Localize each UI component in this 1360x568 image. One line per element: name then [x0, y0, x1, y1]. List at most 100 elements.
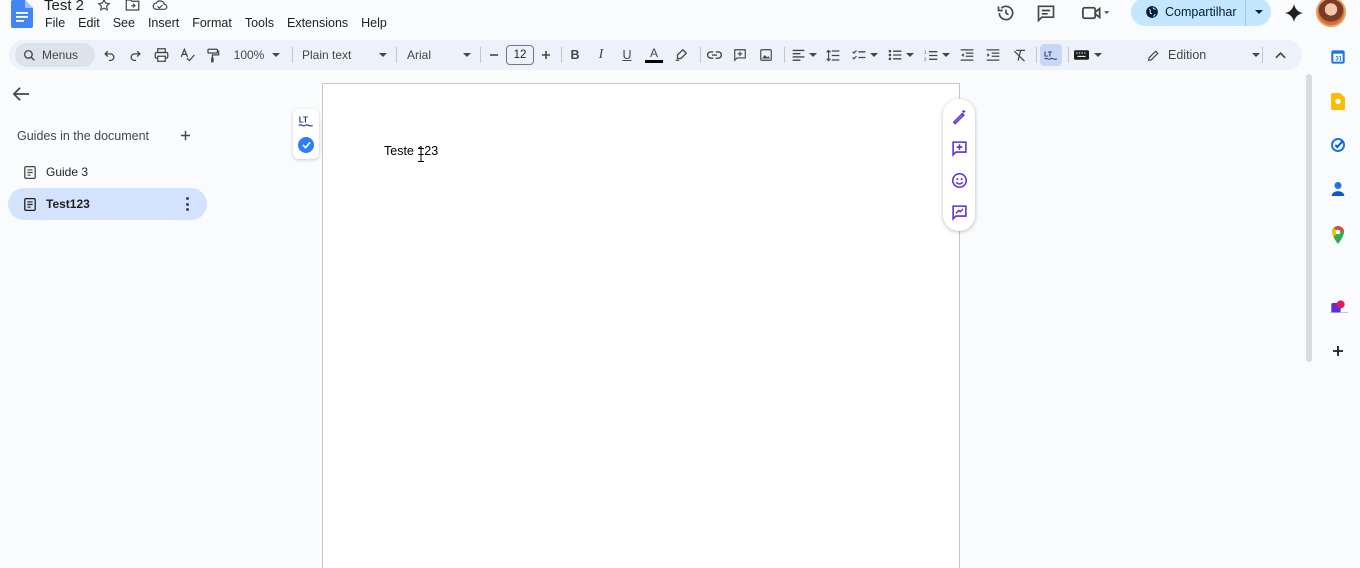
- increase-font-size-button[interactable]: [538, 40, 554, 70]
- languagetool-icon[interactable]: LT: [298, 114, 314, 128]
- divider: [561, 47, 562, 63]
- plus-icon[interactable]: [1329, 342, 1347, 360]
- menu-extensions[interactable]: Extensions: [287, 16, 355, 30]
- share-options-button[interactable]: [1246, 10, 1271, 14]
- numbered-list-icon: 12: [924, 49, 938, 61]
- chevron-down-icon: [906, 53, 914, 57]
- collapse-menus-button[interactable]: [1271, 40, 1289, 70]
- increase-indent-button[interactable]: [983, 40, 1003, 70]
- chevron-down-icon: [272, 53, 281, 57]
- checklist-button[interactable]: [850, 40, 880, 70]
- outline-heading: Guides in the document: [17, 129, 150, 143]
- close-outline-button[interactable]: [12, 86, 32, 104]
- contacts-icon[interactable]: [1329, 180, 1347, 198]
- numbered-list-button[interactable]: 12: [922, 40, 952, 70]
- line-spacing-button[interactable]: [823, 40, 843, 70]
- insert-link-button[interactable]: [704, 40, 724, 70]
- emoji-icon[interactable]: [949, 170, 969, 190]
- menu-see[interactable]: See: [113, 16, 142, 30]
- chevron-down-icon: [379, 53, 387, 57]
- share-main[interactable]: Compartilhar: [1131, 0, 1246, 26]
- paint-format-button[interactable]: [202, 40, 224, 70]
- clear-formatting-button[interactable]: [1010, 40, 1030, 70]
- scrollbar[interactable]: [1306, 74, 1312, 362]
- addon-icon[interactable]: [1329, 298, 1347, 316]
- align-button[interactable]: [790, 40, 818, 70]
- add-guide-button[interactable]: [177, 127, 193, 143]
- highlight-button[interactable]: [671, 40, 691, 70]
- doc-title[interactable]: Test 2: [44, 0, 84, 14]
- menus-search-label: Menus: [42, 48, 79, 62]
- indent-increase-icon: [986, 49, 1000, 61]
- decrease-font-size-button[interactable]: [486, 40, 502, 70]
- style-select[interactable]: Plain text: [302, 40, 387, 70]
- languagetool-widget: LT: [293, 109, 319, 159]
- avatar[interactable]: [1316, 0, 1346, 27]
- menu-help[interactable]: Help: [361, 16, 394, 30]
- move-folder-icon[interactable]: [124, 0, 140, 13]
- undo-button[interactable]: [99, 40, 119, 70]
- underline-button[interactable]: U: [618, 40, 636, 70]
- insert-comment-button[interactable]: [730, 40, 750, 70]
- menu-edit[interactable]: Edit: [78, 16, 107, 30]
- chevron-down-icon: [1094, 53, 1102, 57]
- languagetool-button[interactable]: LT: [1040, 44, 1062, 66]
- menus-search[interactable]: Menus: [15, 43, 95, 67]
- outline-item[interactable]: Test123: [8, 188, 207, 220]
- bold-button[interactable]: B: [566, 40, 584, 70]
- globe-icon: [1146, 6, 1158, 18]
- input-tools-button[interactable]: [1073, 40, 1103, 70]
- font-size-input[interactable]: 12: [506, 45, 534, 65]
- maps-icon[interactable]: [1329, 226, 1347, 244]
- side-panel: 31: [1318, 40, 1360, 568]
- outline-item-label: Test123: [46, 197, 90, 211]
- text-color-letter: A: [649, 46, 658, 60]
- menu-format[interactable]: Format: [192, 16, 239, 30]
- text-color-button[interactable]: A: [644, 40, 664, 70]
- mode-select[interactable]: Edition: [1147, 40, 1261, 70]
- history-icon[interactable]: [995, 2, 1017, 24]
- redo-button[interactable]: [125, 40, 145, 70]
- ai-edit-icon[interactable]: [949, 106, 969, 126]
- spellcheck-icon: [180, 48, 195, 62]
- star-icon[interactable]: [96, 0, 112, 13]
- divider: [700, 47, 701, 63]
- svg-text:LT: LT: [299, 115, 308, 124]
- svg-text:LT: LT: [1044, 51, 1053, 58]
- insert-image-button[interactable]: [756, 40, 776, 70]
- menu-insert[interactable]: Insert: [148, 16, 186, 30]
- font-select[interactable]: Arial: [407, 40, 471, 70]
- document-body-text[interactable]: Teste 123: [384, 144, 438, 158]
- chevron-down-icon: [463, 53, 471, 57]
- zoom-select[interactable]: 100%: [231, 40, 283, 70]
- spellcheck-button[interactable]: [176, 40, 198, 70]
- svg-text:31: 31: [1335, 56, 1342, 62]
- bulleted-list-button[interactable]: [886, 40, 916, 70]
- menu-tools[interactable]: Tools: [245, 16, 281, 30]
- svg-text:2: 2: [924, 56, 927, 61]
- gemini-icon[interactable]: [1283, 2, 1305, 24]
- suggest-edits-icon[interactable]: [949, 202, 969, 222]
- chevron-down-icon: [942, 53, 950, 57]
- document-page[interactable]: Teste 123: [322, 83, 960, 568]
- languagetool-icon: LT: [1044, 51, 1058, 60]
- comment-icon[interactable]: [1035, 2, 1057, 24]
- outline-item[interactable]: Guide 3: [8, 156, 207, 188]
- add-comment-icon[interactable]: [949, 138, 969, 158]
- docs-logo-icon[interactable]: [11, 0, 33, 28]
- keep-icon[interactable]: [1329, 92, 1347, 110]
- decrease-indent-button[interactable]: [957, 40, 977, 70]
- cloud-saved-icon[interactable]: [152, 0, 168, 13]
- calendar-icon[interactable]: 31: [1329, 48, 1347, 66]
- meet-icon[interactable]: [1080, 2, 1114, 24]
- italic-button[interactable]: I: [592, 40, 610, 70]
- mode-label: Edition: [1168, 48, 1207, 62]
- checklist-icon: [852, 50, 866, 60]
- share-button[interactable]: Compartilhar: [1131, 0, 1271, 26]
- check-circle-icon[interactable]: [298, 137, 314, 153]
- menu-file[interactable]: File: [45, 16, 72, 30]
- print-button[interactable]: [150, 40, 172, 70]
- chevron-up-icon: [1274, 51, 1286, 59]
- more-options-icon[interactable]: [185, 197, 189, 211]
- tasks-icon[interactable]: [1329, 136, 1347, 154]
